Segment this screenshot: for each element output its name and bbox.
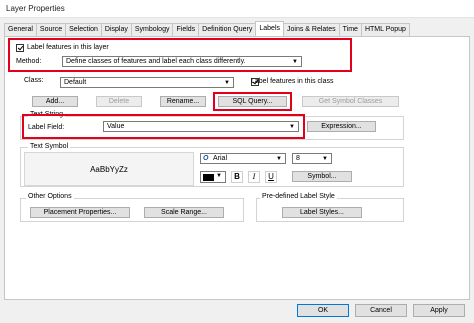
class-label: Class: bbox=[24, 77, 44, 84]
ok-button[interactable]: OK bbox=[297, 304, 349, 317]
label-features-layer-label: Label features in this layer bbox=[27, 44, 109, 51]
font-type-icon: O bbox=[203, 155, 209, 162]
placement-properties-button[interactable]: Placement Properties... bbox=[30, 207, 130, 218]
predefined-style-title: Pre-defined Label Style bbox=[260, 193, 337, 200]
label-features-layer-checkbox[interactable] bbox=[16, 44, 24, 52]
scale-range-button[interactable]: Scale Range... bbox=[144, 207, 224, 218]
label-field-value: Value bbox=[107, 123, 125, 130]
bold-button[interactable]: B bbox=[231, 171, 243, 183]
add-button[interactable]: Add... bbox=[32, 96, 78, 107]
font-size-dropdown[interactable]: 8 ▼ bbox=[292, 153, 332, 164]
chevron-down-icon: ▼ bbox=[292, 59, 298, 65]
cancel-button[interactable]: Cancel bbox=[355, 304, 407, 317]
tab-html-popup[interactable]: HTML Popup bbox=[360, 23, 410, 36]
symbol-button[interactable]: Symbol... bbox=[292, 171, 352, 182]
chevron-down-icon: ▼ bbox=[216, 173, 222, 179]
get-symbol-classes-button[interactable]: Get Symbol Classes bbox=[302, 96, 399, 107]
title-bar: Layer Properties bbox=[0, 0, 474, 18]
font-value: Arial bbox=[213, 155, 228, 162]
color-picker[interactable]: ▼ bbox=[200, 171, 226, 183]
rename-button[interactable]: Rename... bbox=[160, 96, 206, 107]
chevron-down-icon: ▼ bbox=[289, 124, 295, 130]
tab-selection[interactable]: Selection bbox=[65, 23, 102, 36]
method-dropdown[interactable]: Define classes of features and label eac… bbox=[62, 56, 302, 67]
font-size-value: 8 bbox=[296, 155, 300, 162]
sql-query-button[interactable]: SQL Query... bbox=[218, 96, 287, 107]
font-dropdown[interactable]: O Arial ▼ bbox=[200, 153, 286, 164]
method-value: Define classes of features and label eac… bbox=[66, 58, 246, 65]
tab-source[interactable]: Source bbox=[35, 23, 67, 36]
tab-definition-query[interactable]: Definition Query bbox=[198, 23, 257, 36]
tab-display[interactable]: Display bbox=[100, 23, 132, 36]
label-features-class-label: Label features in this class bbox=[251, 78, 334, 85]
delete-button[interactable]: Delete bbox=[96, 96, 142, 107]
expression-button[interactable]: Expression... bbox=[307, 121, 376, 132]
underline-button[interactable]: U bbox=[265, 171, 277, 183]
italic-button[interactable]: I bbox=[248, 171, 260, 183]
tab-time[interactable]: Time bbox=[338, 23, 362, 36]
other-options-title: Other Options bbox=[26, 193, 74, 200]
text-symbol-preview: AaBbYyZz bbox=[24, 152, 194, 186]
method-label: Method: bbox=[16, 58, 42, 65]
apply-button[interactable]: Apply bbox=[413, 304, 465, 317]
class-dropdown[interactable]: Default ▼ bbox=[60, 77, 234, 88]
class-value: Default bbox=[64, 79, 87, 86]
label-field-label: Label Field: bbox=[28, 124, 65, 131]
chevron-down-icon: ▼ bbox=[276, 156, 282, 162]
text-symbol-title: Text Symbol bbox=[28, 143, 71, 150]
tab-strip: General Source Selection Display Symbolo… bbox=[4, 21, 410, 36]
tab-symbology[interactable]: Symbology bbox=[130, 23, 174, 36]
tab-labels[interactable]: Labels bbox=[255, 21, 285, 36]
chevron-down-icon: ▼ bbox=[224, 80, 230, 86]
label-styles-button[interactable]: Label Styles... bbox=[282, 207, 362, 218]
color-swatch bbox=[203, 174, 214, 181]
window-title: Layer Properties bbox=[6, 4, 65, 13]
chevron-down-icon: ▼ bbox=[322, 156, 328, 162]
label-field-dropdown[interactable]: Value ▼ bbox=[103, 121, 299, 132]
tab-general[interactable]: General bbox=[4, 23, 37, 36]
tab-joins-relates[interactable]: Joins & Relates bbox=[283, 23, 340, 36]
tab-fields[interactable]: Fields bbox=[172, 23, 200, 36]
